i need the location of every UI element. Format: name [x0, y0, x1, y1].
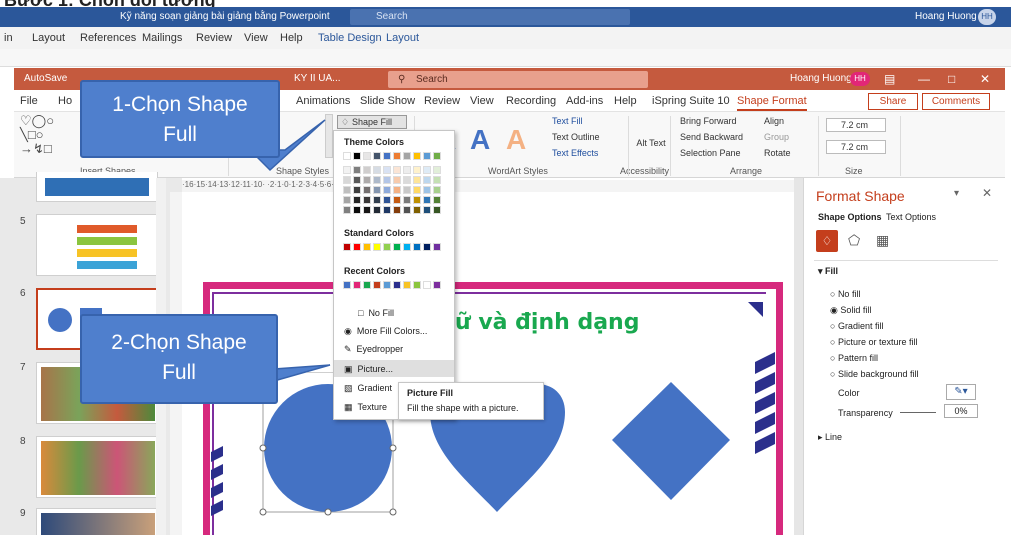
callout-step-2-line-1: 2-Chọn Shape [111, 331, 247, 354]
callout-step-1-line-2: Full [163, 123, 197, 146]
callout-step-1: 1-Chọn Shape Full [80, 80, 280, 158]
callout-step-1-line-1: 1-Chọn Shape [112, 93, 248, 116]
callout-step-2: 2-Chọn Shape Full [80, 314, 278, 404]
callout-step-2-line-2: Full [162, 361, 196, 384]
